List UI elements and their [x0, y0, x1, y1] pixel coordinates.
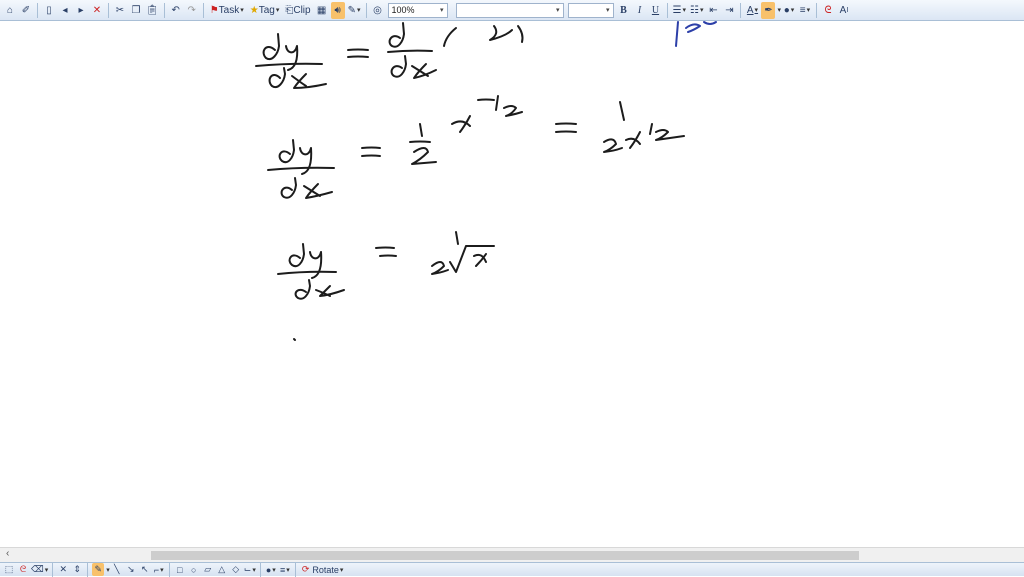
new-page-icon[interactable]: ▯	[42, 2, 56, 19]
paste-icon[interactable]: 📋︎	[145, 2, 160, 19]
tag-button[interactable]: ★ Tag ▾	[248, 2, 282, 19]
zoom-icon[interactable]: ◎	[371, 2, 385, 19]
rotate-button[interactable]: ⟳ Rotate ▾	[300, 563, 346, 576]
bold-button[interactable]: B	[617, 2, 631, 19]
lasso-icon[interactable]: ᘓ	[821, 2, 835, 19]
indent-icon[interactable]: ⇥	[722, 2, 736, 19]
toolbar-divider	[168, 562, 170, 577]
toolbar-divider	[108, 2, 109, 18]
parallelogram-icon[interactable]: ▱	[202, 563, 214, 576]
triangle-icon[interactable]: △	[216, 563, 228, 576]
rotate-icon: ⟳	[301, 564, 310, 574]
text-size-icon[interactable]: AI	[837, 2, 851, 19]
clip-button[interactable]: ⎗ Clip	[283, 2, 312, 19]
rectangle-icon[interactable]: □	[174, 563, 186, 576]
axis-icon[interactable]: ⌐ ▾	[153, 563, 165, 576]
audio-icon[interactable]: 🔊︎	[330, 1, 345, 19]
zoom-combo[interactable]: 100% ▾	[387, 2, 448, 18]
ellipse-icon[interactable]: ○	[188, 563, 200, 576]
pen-tool-icon[interactable]: ✎ ▾	[347, 2, 362, 19]
underline-button[interactable]: U	[649, 2, 663, 19]
select-tool-icon[interactable]: ⬚	[3, 563, 15, 576]
toolbar-divider	[37, 2, 38, 18]
toolbar-divider	[815, 2, 817, 18]
tag-label: Tag	[258, 4, 275, 16]
thickness-icon[interactable]: ≡ ▾	[279, 563, 291, 576]
chevron-down-icon: ▾	[240, 7, 244, 14]
highlighter-icon[interactable]: ✒	[761, 1, 776, 19]
connector-icon[interactable]: ⌙ ▾	[244, 563, 256, 576]
toolbar-divider	[740, 2, 742, 18]
toolbar-divider	[365, 2, 367, 18]
color-icon[interactable]: ● ▾	[265, 563, 277, 576]
eraser-icon[interactable]: ⌫ ▾	[31, 563, 48, 576]
toolbar-divider	[666, 2, 668, 18]
copy-icon[interactable]: ❐	[129, 2, 143, 19]
font-size-combo[interactable]: ▾	[567, 2, 614, 18]
chevron-down-icon: ▾	[339, 566, 344, 574]
scroll-left-icon[interactable]: ‹	[6, 548, 9, 559]
chevron-down-icon: ▾	[555, 7, 560, 14]
toolbar-divider	[87, 562, 89, 577]
undo-icon[interactable]: ↶	[169, 2, 183, 19]
zoom-value: 100%	[391, 5, 415, 15]
chevron-down-icon: ▾	[605, 7, 610, 14]
outdent-icon[interactable]: ⇤	[706, 2, 720, 19]
insert-space-icon[interactable]: ⇕	[71, 563, 83, 576]
chevron-down-icon: ▾	[439, 7, 444, 14]
task-label: Task	[218, 4, 240, 16]
rotate-label: Rotate	[312, 564, 339, 575]
lasso-select-icon[interactable]: ᘓ	[17, 563, 29, 576]
note-canvas[interactable]	[0, 21, 1024, 547]
scrollbar-thumb[interactable]	[151, 551, 859, 560]
table-icon[interactable]: ▦	[315, 2, 329, 19]
tag-star-icon: ★	[249, 4, 259, 16]
bullets-icon[interactable]: ☰ ▾	[672, 2, 687, 19]
font-name-combo[interactable]: ▾	[455, 2, 564, 18]
drawing-toolbar: ⬚ ᘓ ⌫ ▾ ✕ ⇕ ✎ ▾ ╲ ↘ ↖ ⌐ ▾ □ ○ ▱ △ ◇ ⌙ ▾ ● ▾ ≡…	[0, 562, 1024, 577]
clip-icon: ⎗	[285, 4, 294, 16]
task-button[interactable]: ⚑ Task ▾	[208, 2, 246, 19]
toolbar-divider	[202, 2, 204, 18]
double-arrow-icon[interactable]: ↖	[139, 563, 151, 576]
main-toolbar: ⌂ ✐ ▯ ◂ ▸ ✕ ✂ ❐ 📋︎ ↶ ↷ ⚑ Task ▾ ★ Tag ▾ …	[0, 0, 1024, 21]
numbering-icon[interactable]: ☷ ▾	[689, 2, 704, 19]
redo-icon[interactable]: ↷	[185, 2, 199, 19]
delete-page-icon[interactable]: ✕	[90, 2, 104, 19]
home-icon[interactable]: ⌂	[3, 2, 17, 19]
arrow-line-icon[interactable]: ↘	[125, 563, 137, 576]
line-icon[interactable]: ╲	[111, 563, 123, 576]
pen-icon[interactable]: ✎	[92, 563, 105, 576]
line-style-icon[interactable]: ≡ ▾	[798, 2, 812, 19]
task-flag-icon: ⚑	[209, 4, 219, 16]
toolbar-divider	[52, 562, 54, 577]
toolbar-divider	[163, 2, 165, 18]
horizontal-scrollbar[interactable]: ‹	[0, 547, 1024, 563]
delete-ink-icon[interactable]: ✕	[57, 563, 69, 576]
next-page-icon[interactable]: ▸	[74, 2, 88, 19]
italic-button[interactable]: I	[633, 2, 647, 19]
chevron-down-icon: ▾	[275, 7, 280, 14]
toolbar-divider	[259, 562, 261, 577]
toolbar-divider	[294, 562, 296, 577]
diamond-icon[interactable]: ◇	[230, 563, 242, 576]
draw-icon[interactable]: ✐	[19, 2, 33, 19]
prev-page-icon[interactable]: ◂	[58, 2, 72, 19]
cut-icon[interactable]: ✂	[113, 2, 127, 19]
clip-label: Clip	[293, 4, 311, 16]
font-color-icon[interactable]: A ▾	[745, 2, 759, 19]
fill-color-icon[interactable]: ● ▾	[782, 2, 796, 19]
